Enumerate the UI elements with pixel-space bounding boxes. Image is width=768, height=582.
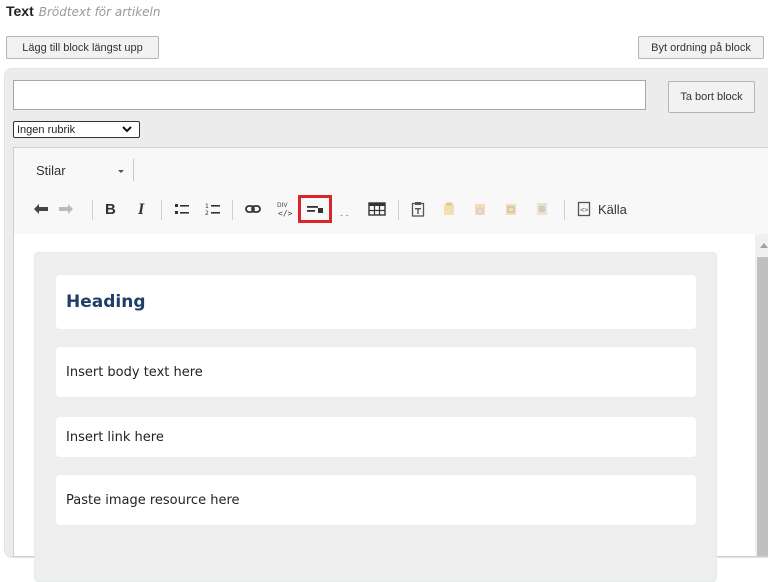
toolbar-separator bbox=[92, 200, 93, 220]
svg-text:1: 1 bbox=[205, 203, 209, 210]
styles-dropdown-icon[interactable] bbox=[117, 167, 125, 175]
toolbar-separator bbox=[398, 200, 399, 220]
chevron-down-icon bbox=[122, 126, 132, 133]
scrollbar-thumb[interactable] bbox=[757, 257, 768, 556]
scroll-up-icon[interactable] bbox=[760, 243, 768, 248]
field-header: Text Brödtext för artikeln bbox=[6, 3, 161, 21]
toolbar-separator bbox=[564, 200, 565, 220]
div-container-icon[interactable]: DIV </> bbox=[273, 198, 295, 220]
heading-select[interactable]: Ingen rubrik bbox=[13, 121, 140, 138]
heading-block[interactable]: Heading bbox=[56, 275, 696, 329]
paste-icon[interactable] bbox=[407, 198, 429, 220]
link-icon[interactable] bbox=[242, 198, 264, 220]
bulleted-list-icon[interactable] bbox=[171, 198, 193, 220]
toolbar-separator bbox=[232, 200, 233, 220]
italic-icon[interactable]: I bbox=[131, 198, 153, 220]
toolbar-separator bbox=[133, 159, 134, 181]
blockquote-icon[interactable]: ,, bbox=[336, 198, 358, 220]
source-button-label[interactable]: Källa bbox=[598, 202, 627, 217]
svg-text:,,: ,, bbox=[339, 202, 350, 216]
heading-select-value: Ingen rubrik bbox=[17, 123, 76, 136]
paste-text-icon[interactable] bbox=[438, 198, 460, 220]
table-icon[interactable] bbox=[366, 198, 388, 220]
svg-text:DIV: DIV bbox=[277, 202, 288, 209]
block-title-input[interactable] bbox=[13, 80, 646, 110]
field-subtitle: Brödtext för artikeln bbox=[38, 5, 161, 19]
svg-text:<>: <> bbox=[580, 206, 588, 214]
remove-block-button[interactable]: Ta bort block bbox=[668, 81, 755, 113]
image-block[interactable]: Paste image resource here bbox=[56, 475, 696, 525]
template-icon[interactable] bbox=[500, 198, 522, 220]
toolbar-separator bbox=[161, 200, 162, 220]
reorder-blocks-button[interactable]: Byt ordning på block bbox=[638, 36, 764, 59]
svg-text:</>: </> bbox=[278, 209, 292, 218]
svg-text:I: I bbox=[137, 201, 145, 217]
editor-toolbar: Stilar B I 12 DIV </> ,, <> Källa bbox=[14, 148, 768, 235]
paste-word-icon[interactable] bbox=[469, 198, 491, 220]
content-wrapper: Heading Insert body text here Insert lin… bbox=[34, 252, 717, 582]
highlighted-toolbar-button bbox=[298, 195, 332, 223]
add-block-top-button[interactable]: Lägg till block längst upp bbox=[6, 36, 159, 59]
styles-combo[interactable]: Stilar bbox=[36, 163, 66, 178]
svg-text:B: B bbox=[105, 201, 116, 217]
body-text-block[interactable]: Insert body text here bbox=[56, 347, 696, 397]
undo-icon[interactable] bbox=[30, 198, 52, 220]
source-icon[interactable]: <> bbox=[573, 198, 595, 220]
editor-content-area[interactable]: Heading Insert body text here Insert lin… bbox=[14, 234, 768, 582]
bold-icon[interactable]: B bbox=[99, 198, 121, 220]
redo-icon[interactable] bbox=[55, 198, 77, 220]
field-title: Text bbox=[6, 3, 34, 19]
vertical-scrollbar[interactable] bbox=[755, 234, 768, 556]
link-block[interactable]: Insert link here bbox=[56, 417, 696, 457]
rich-text-editor: Stilar B I 12 DIV </> ,, <> Källa Headin… bbox=[13, 147, 768, 582]
image-icon[interactable] bbox=[531, 198, 553, 220]
svg-text:2: 2 bbox=[205, 210, 209, 216]
numbered-list-icon[interactable]: 12 bbox=[202, 198, 224, 220]
